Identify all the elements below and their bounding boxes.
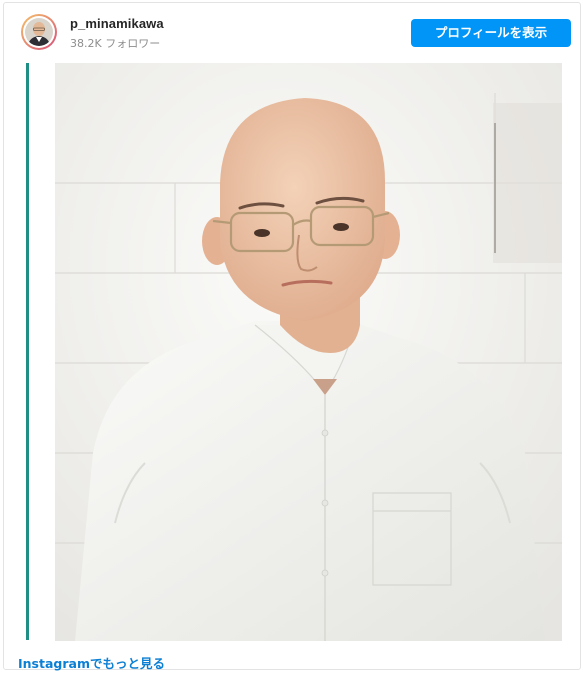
username[interactable]: p_minamikawa: [70, 16, 164, 31]
more-on-instagram-link[interactable]: Instagramでもっと見る: [18, 653, 165, 672]
post-photo[interactable]: [55, 63, 562, 641]
avatar-icon: [25, 18, 53, 46]
instagram-embed-card: p_minamikawa 38.2K フォロワー プロフィールを表示 Insta…: [3, 2, 582, 672]
avatar[interactable]: [21, 14, 57, 50]
follower-count: 38.2K フォロワー: [70, 37, 161, 50]
avatar-ring: [23, 16, 55, 48]
embed-header: p_minamikawa 38.2K フォロワー プロフィールを表示: [4, 3, 582, 59]
quote-accent-bar: [26, 63, 29, 640]
view-profile-button[interactable]: プロフィールを表示: [411, 19, 571, 47]
